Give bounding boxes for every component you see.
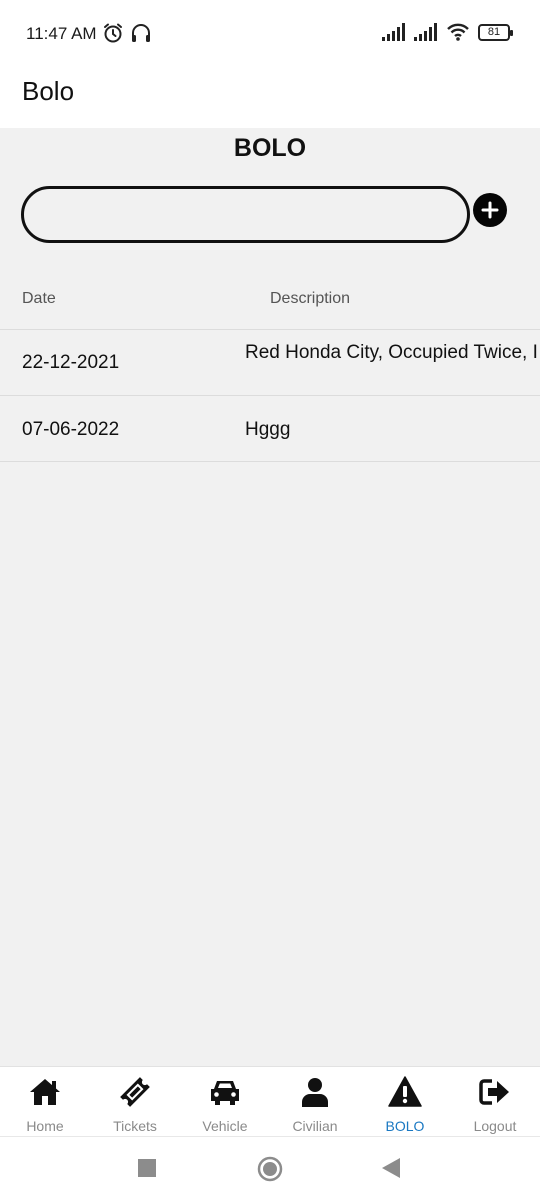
battery-icon: 81 (478, 23, 513, 41)
nav-item-logout[interactable]: Logout (450, 1067, 540, 1137)
headphones-icon (132, 24, 150, 42)
home-circle-icon[interactable] (257, 1156, 283, 1182)
nav-label: Tickets (113, 1118, 157, 1134)
system-nav (0, 1136, 540, 1200)
car-icon (211, 1081, 239, 1105)
add-bolo-button[interactable] (473, 193, 507, 227)
status-bar: 11:47 AM 81 (0, 0, 540, 66)
nav-item-vehicle[interactable]: Vehicle (180, 1067, 270, 1137)
app-bar: Bolo (0, 66, 540, 128)
status-icons-right: 81 (382, 22, 513, 42)
bottom-nav: Home Tickets Vehicle Civilian BOLO Logou… (0, 1066, 540, 1136)
status-time: 11:47 AM (26, 24, 97, 43)
nav-label: Vehicle (202, 1118, 248, 1134)
row-date: 07-06-2022 (22, 419, 120, 440)
plus-circle-icon (481, 201, 499, 219)
table-divider (0, 461, 540, 462)
search-input[interactable] (21, 186, 470, 243)
main-content: BOLO Date Description 22-12-2021 Red Hon… (0, 128, 540, 1066)
signal-icon (414, 23, 437, 41)
app-title: Bolo (22, 76, 75, 106)
ticket-icon (120, 1077, 150, 1107)
nav-label: BOLO (385, 1118, 425, 1134)
recents-icon[interactable] (138, 1159, 156, 1177)
back-icon[interactable] (382, 1158, 400, 1178)
page-heading: BOLO (233, 134, 307, 162)
status-icons-left (102, 22, 152, 44)
row-description: Hggg (245, 419, 291, 440)
nav-label: Home (26, 1118, 64, 1134)
row-date: 22-12-2021 (22, 352, 120, 373)
column-header-description: Description (270, 290, 351, 307)
nav-label: Civilian (292, 1118, 338, 1134)
table-row[interactable]: 07-06-2022 Hggg (0, 395, 540, 461)
nav-item-bolo[interactable]: BOLO (360, 1067, 450, 1137)
alarm-icon (104, 23, 122, 43)
nav-item-home[interactable]: Home (0, 1067, 90, 1137)
home-icon (30, 1079, 60, 1105)
nav-item-tickets[interactable]: Tickets (90, 1067, 180, 1137)
logout-icon (479, 1079, 509, 1105)
wifi-icon (447, 23, 469, 41)
row-description: Red Honda City, Occupied Twice, I (245, 342, 538, 363)
table-header: Date Description (0, 288, 540, 330)
warning-icon (388, 1076, 422, 1107)
column-header-date: Date (22, 290, 56, 307)
nav-label: Logout (473, 1118, 517, 1134)
table-row[interactable]: 22-12-2021 Red Honda City, Occupied Twic… (0, 329, 540, 395)
signal-icon (382, 23, 405, 41)
nav-item-civilian[interactable]: Civilian (270, 1067, 360, 1137)
person-icon (302, 1078, 328, 1107)
